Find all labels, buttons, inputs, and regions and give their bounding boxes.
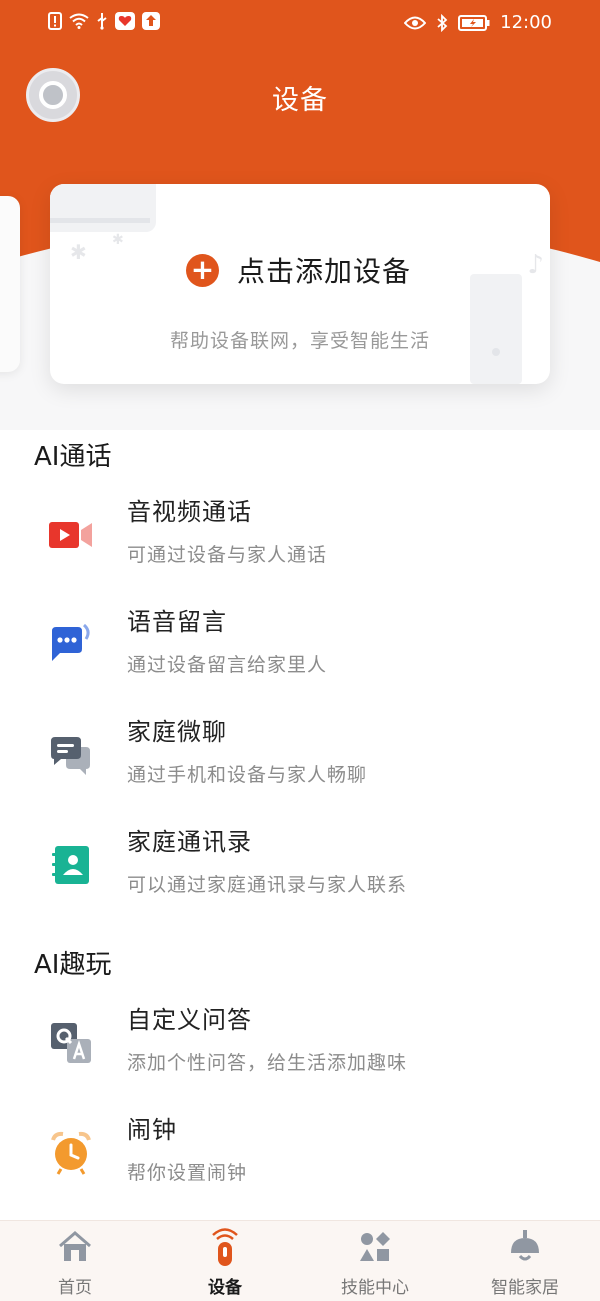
snowflake-icon: ✱ (112, 232, 124, 248)
home-icon (56, 1229, 94, 1265)
voice-message-icon (48, 622, 94, 668)
item-title: 闹钟 (127, 1116, 177, 1144)
tab-home[interactable]: 首页 (0, 1221, 150, 1301)
lamp-icon (506, 1229, 544, 1265)
add-device-card[interactable]: ✱ ✱ ♪ + 点击添加设备 帮助设备联网，享受智能生活 (50, 184, 550, 384)
tab-label: 技能中心 (341, 1278, 409, 1298)
list-item-contacts[interactable]: 家庭通讯录 可以通过家庭通讯录与家人联系 (0, 822, 600, 922)
add-device-subtitle: 帮助设备联网，享受智能生活 (169, 330, 430, 352)
wifi-icon (69, 13, 89, 29)
side-card (0, 196, 20, 372)
section-title-ai-call: AI通话 (34, 442, 112, 472)
item-subtitle: 可以通过家庭通讯录与家人联系 (127, 874, 408, 896)
usb-icon (97, 13, 107, 30)
item-subtitle: 帮你设置闹钟 (127, 1162, 248, 1184)
app-notification-icon (142, 12, 160, 30)
alarm-icon (48, 1130, 94, 1176)
item-title: 语音留言 (127, 608, 227, 636)
alert-icon (48, 12, 62, 30)
bluetooth-icon (437, 13, 448, 32)
chat-icon (48, 732, 94, 778)
status-bar: 12:00 (0, 0, 600, 48)
snowflake-icon: ✱ (70, 240, 87, 264)
list-item-alarm[interactable]: 闹钟 帮你设置闹钟 (0, 1110, 600, 1210)
feature-list: AI通话 音视频通话 可通过设备与家人通话 语音留言 通过设备留言给家里人 家庭… (0, 430, 600, 1220)
air-conditioner-illustration (50, 184, 156, 232)
remote-icon (206, 1228, 244, 1266)
page-title: 设备 (272, 85, 328, 116)
qa-icon (48, 1020, 94, 1066)
status-time: 12:00 (500, 12, 552, 33)
item-subtitle: 可通过设备与家人通话 (127, 544, 328, 566)
eye-icon (404, 16, 427, 29)
app-notification-icon (115, 12, 135, 30)
tab-skill-center[interactable]: 技能中心 (300, 1221, 450, 1301)
item-subtitle: 添加个性问答，给生活添加趣味 (127, 1052, 408, 1074)
item-title: 家庭微聊 (127, 718, 227, 746)
music-note-icon: ♪ (527, 250, 544, 280)
device-screen: 12:00 设备 ✱ ✱ ♪ + 点击添加设备 帮助设备联网，享受智能生活 AI… (0, 0, 600, 1301)
bottom-nav: 首页 设备 技能中心 智能家居 (0, 1220, 600, 1301)
add-device-button[interactable]: + 点击添加设备 (186, 250, 411, 290)
list-item-voice-message[interactable]: 语音留言 通过设备留言给家里人 (0, 602, 600, 702)
battery-icon (458, 14, 490, 31)
section-title-ai-fun: AI趣玩 (34, 950, 112, 980)
list-item-custom-qa[interactable]: 自定义问答 添加个性问答，给生活添加趣味 (0, 1000, 600, 1100)
list-item-video-call[interactable]: 音视频通话 可通过设备与家人通话 (0, 492, 600, 592)
item-title: 音视频通话 (127, 498, 252, 526)
add-device-label: 点击添加设备 (237, 255, 412, 288)
plus-icon: + (186, 253, 219, 287)
item-subtitle: 通过手机和设备与家人畅聊 (127, 764, 368, 786)
item-subtitle: 通过设备留言给家里人 (127, 654, 328, 676)
contacts-icon (48, 842, 94, 888)
tab-label: 智能家居 (491, 1278, 559, 1298)
tab-label: 设备 (208, 1278, 242, 1298)
item-title: 自定义问答 (127, 1006, 252, 1034)
tab-label: 首页 (58, 1278, 92, 1298)
video-call-icon (48, 512, 94, 558)
shapes-icon (356, 1229, 394, 1265)
tab-device[interactable]: 设备 (150, 1221, 300, 1301)
list-item-family-chat[interactable]: 家庭微聊 通过手机和设备与家人畅聊 (0, 712, 600, 812)
tab-smart-home[interactable]: 智能家居 (450, 1221, 600, 1301)
item-title: 家庭通讯录 (127, 828, 252, 856)
